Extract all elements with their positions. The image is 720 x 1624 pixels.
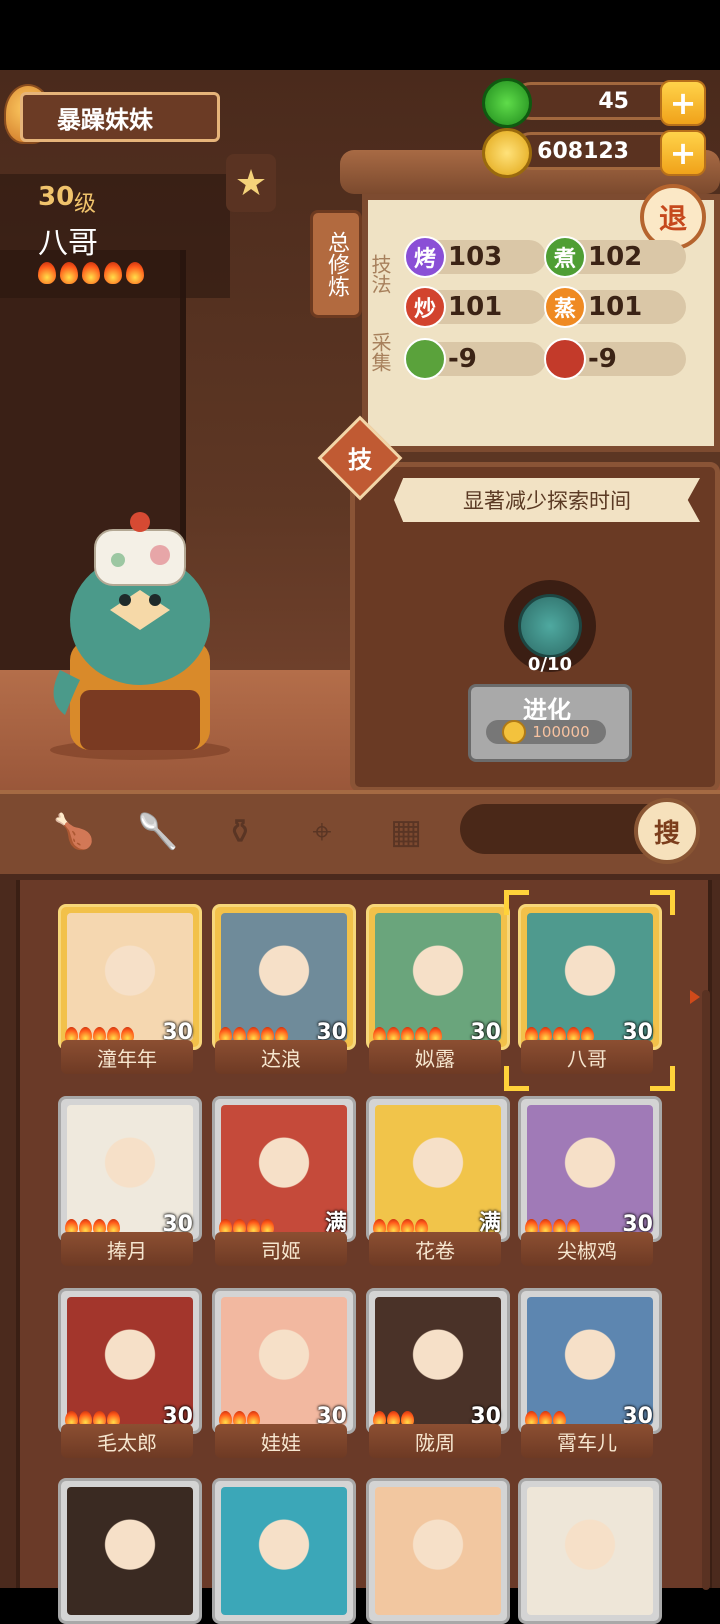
- evolve-cost: 100000: [486, 720, 606, 744]
- character-name: 八哥: [38, 226, 98, 261]
- card-name: 潼年年: [61, 1040, 193, 1074]
- selection-corner: [504, 1066, 529, 1091]
- card-name: 霄车儿: [521, 1424, 653, 1458]
- skill-stat: 烤 103: [404, 236, 546, 278]
- flame-icon: [104, 262, 122, 284]
- selection-corner: [650, 1066, 675, 1091]
- gold-value: 608123: [537, 138, 629, 164]
- selection-corner: [650, 890, 675, 915]
- technique-label: 技法: [368, 254, 392, 294]
- skill-description-text: 显著减少探索时间: [463, 489, 631, 513]
- skill-icon: [544, 338, 586, 380]
- skill-stat: 煮 102: [544, 236, 686, 278]
- player-name-text: 暴躁妹妹: [57, 105, 153, 134]
- skill-icon: [404, 338, 446, 380]
- roster-card[interactable]: 30: [58, 1288, 202, 1434]
- skill-stat: -9: [544, 338, 686, 380]
- add-jade-button[interactable]: +: [660, 80, 706, 126]
- jar-filter-icon[interactable]: ⚱: [218, 810, 262, 854]
- gold-counter: 608123: [512, 132, 682, 170]
- character-portrait: [67, 1487, 193, 1615]
- skill-value: 101: [588, 292, 643, 322]
- jade-counter: 45: [512, 82, 682, 120]
- card-name: 捧月: [61, 1232, 193, 1266]
- skill-icon: 炒: [404, 286, 446, 328]
- jade-coin-icon: [482, 78, 532, 128]
- status-bar: [0, 0, 720, 70]
- roster-card[interactable]: 满: [366, 1096, 510, 1242]
- hero-character[interactable]: [40, 500, 240, 760]
- evolve-cost-value: 100000: [532, 723, 590, 741]
- roster-card[interactable]: [518, 1478, 662, 1624]
- skill-icon: 烤: [404, 236, 446, 278]
- roster-card[interactable]: 30: [58, 1096, 202, 1242]
- skill-description: 显著减少探索时间: [394, 478, 700, 522]
- roster-card[interactable]: 30: [58, 904, 202, 1050]
- roster-card[interactable]: 30: [366, 904, 510, 1050]
- gold-coin-icon: [482, 128, 532, 178]
- spatula-filter-icon[interactable]: 🥄: [136, 810, 180, 854]
- add-gold-button[interactable]: +: [660, 130, 706, 176]
- roster-scrollbar[interactable]: [702, 990, 710, 1590]
- card-name: 花卷: [369, 1232, 501, 1266]
- location-filter-icon[interactable]: ⌖: [300, 810, 344, 854]
- character-portrait: [221, 1487, 347, 1615]
- roster-card[interactable]: 30: [212, 1288, 356, 1434]
- skill-icon: 煮: [544, 236, 586, 278]
- retreat-label: 退: [658, 202, 687, 235]
- card-name: 司姬: [215, 1232, 347, 1266]
- roster-card[interactable]: 30: [518, 1096, 662, 1242]
- skill-icon: 蒸: [544, 286, 586, 328]
- card-name: 毛太郎: [61, 1424, 193, 1458]
- roster-card[interactable]: 30: [518, 1288, 662, 1434]
- flame-icon: [126, 262, 144, 284]
- skill-stat: -9: [404, 338, 546, 380]
- skill-stat: 炒 101: [404, 286, 546, 328]
- total-cultivation-label: 总修炼: [324, 231, 349, 297]
- meat-filter-icon[interactable]: 🍗: [52, 810, 96, 854]
- flame-icon: [82, 262, 100, 284]
- card-name: 娃娃: [215, 1424, 347, 1458]
- total-cultivation-tag[interactable]: 总修炼: [310, 210, 362, 318]
- roster-card[interactable]: 满: [212, 1096, 356, 1242]
- card-name: 尖椒鸡: [521, 1232, 653, 1266]
- roster-card[interactable]: [212, 1478, 356, 1624]
- player-name[interactable]: 暴躁妹妹: [20, 92, 220, 142]
- gold-coin-icon: [502, 720, 527, 744]
- favorite-star-icon[interactable]: ★: [226, 154, 276, 212]
- gather-label: 采集: [368, 332, 392, 372]
- selection-corner: [504, 890, 529, 915]
- card-name: 陇周: [369, 1424, 501, 1458]
- flame-icon: [38, 262, 56, 284]
- card-name: 达浪: [215, 1040, 347, 1074]
- character-level-unit: 级: [74, 192, 97, 217]
- roster-card[interactable]: 30: [518, 904, 662, 1050]
- search-label: 搜: [653, 818, 680, 849]
- roster-card[interactable]: 30: [212, 904, 356, 1050]
- character-level: 30: [38, 182, 75, 212]
- roster-card[interactable]: [58, 1478, 202, 1624]
- flame-icon: [60, 262, 78, 284]
- skill-value: 102: [588, 242, 643, 272]
- card-name: 八哥: [521, 1040, 653, 1074]
- jade-stone-icon: [518, 594, 582, 658]
- character-portrait: [527, 1487, 653, 1615]
- roster-card[interactable]: 30: [366, 1288, 510, 1434]
- skill-value: -9: [448, 344, 477, 374]
- search-button[interactable]: 搜: [634, 798, 700, 864]
- skill-value: -9: [588, 344, 617, 374]
- skill-value: 101: [448, 292, 503, 322]
- character-star-flames: [38, 262, 144, 284]
- map-filter-icon[interactable]: ▦: [384, 810, 428, 854]
- skill-tag[interactable]: 技: [330, 430, 390, 484]
- skill-value: 103: [448, 242, 503, 272]
- roster-card[interactable]: [366, 1478, 510, 1624]
- card-name: 姒露: [369, 1040, 501, 1074]
- evolve-material-count: 0/10: [527, 654, 573, 675]
- skill-stat: 蒸 101: [544, 286, 686, 328]
- scroll-arrow-icon: [690, 990, 700, 1004]
- character-portrait: [375, 1487, 501, 1615]
- jade-value: 45: [598, 88, 629, 114]
